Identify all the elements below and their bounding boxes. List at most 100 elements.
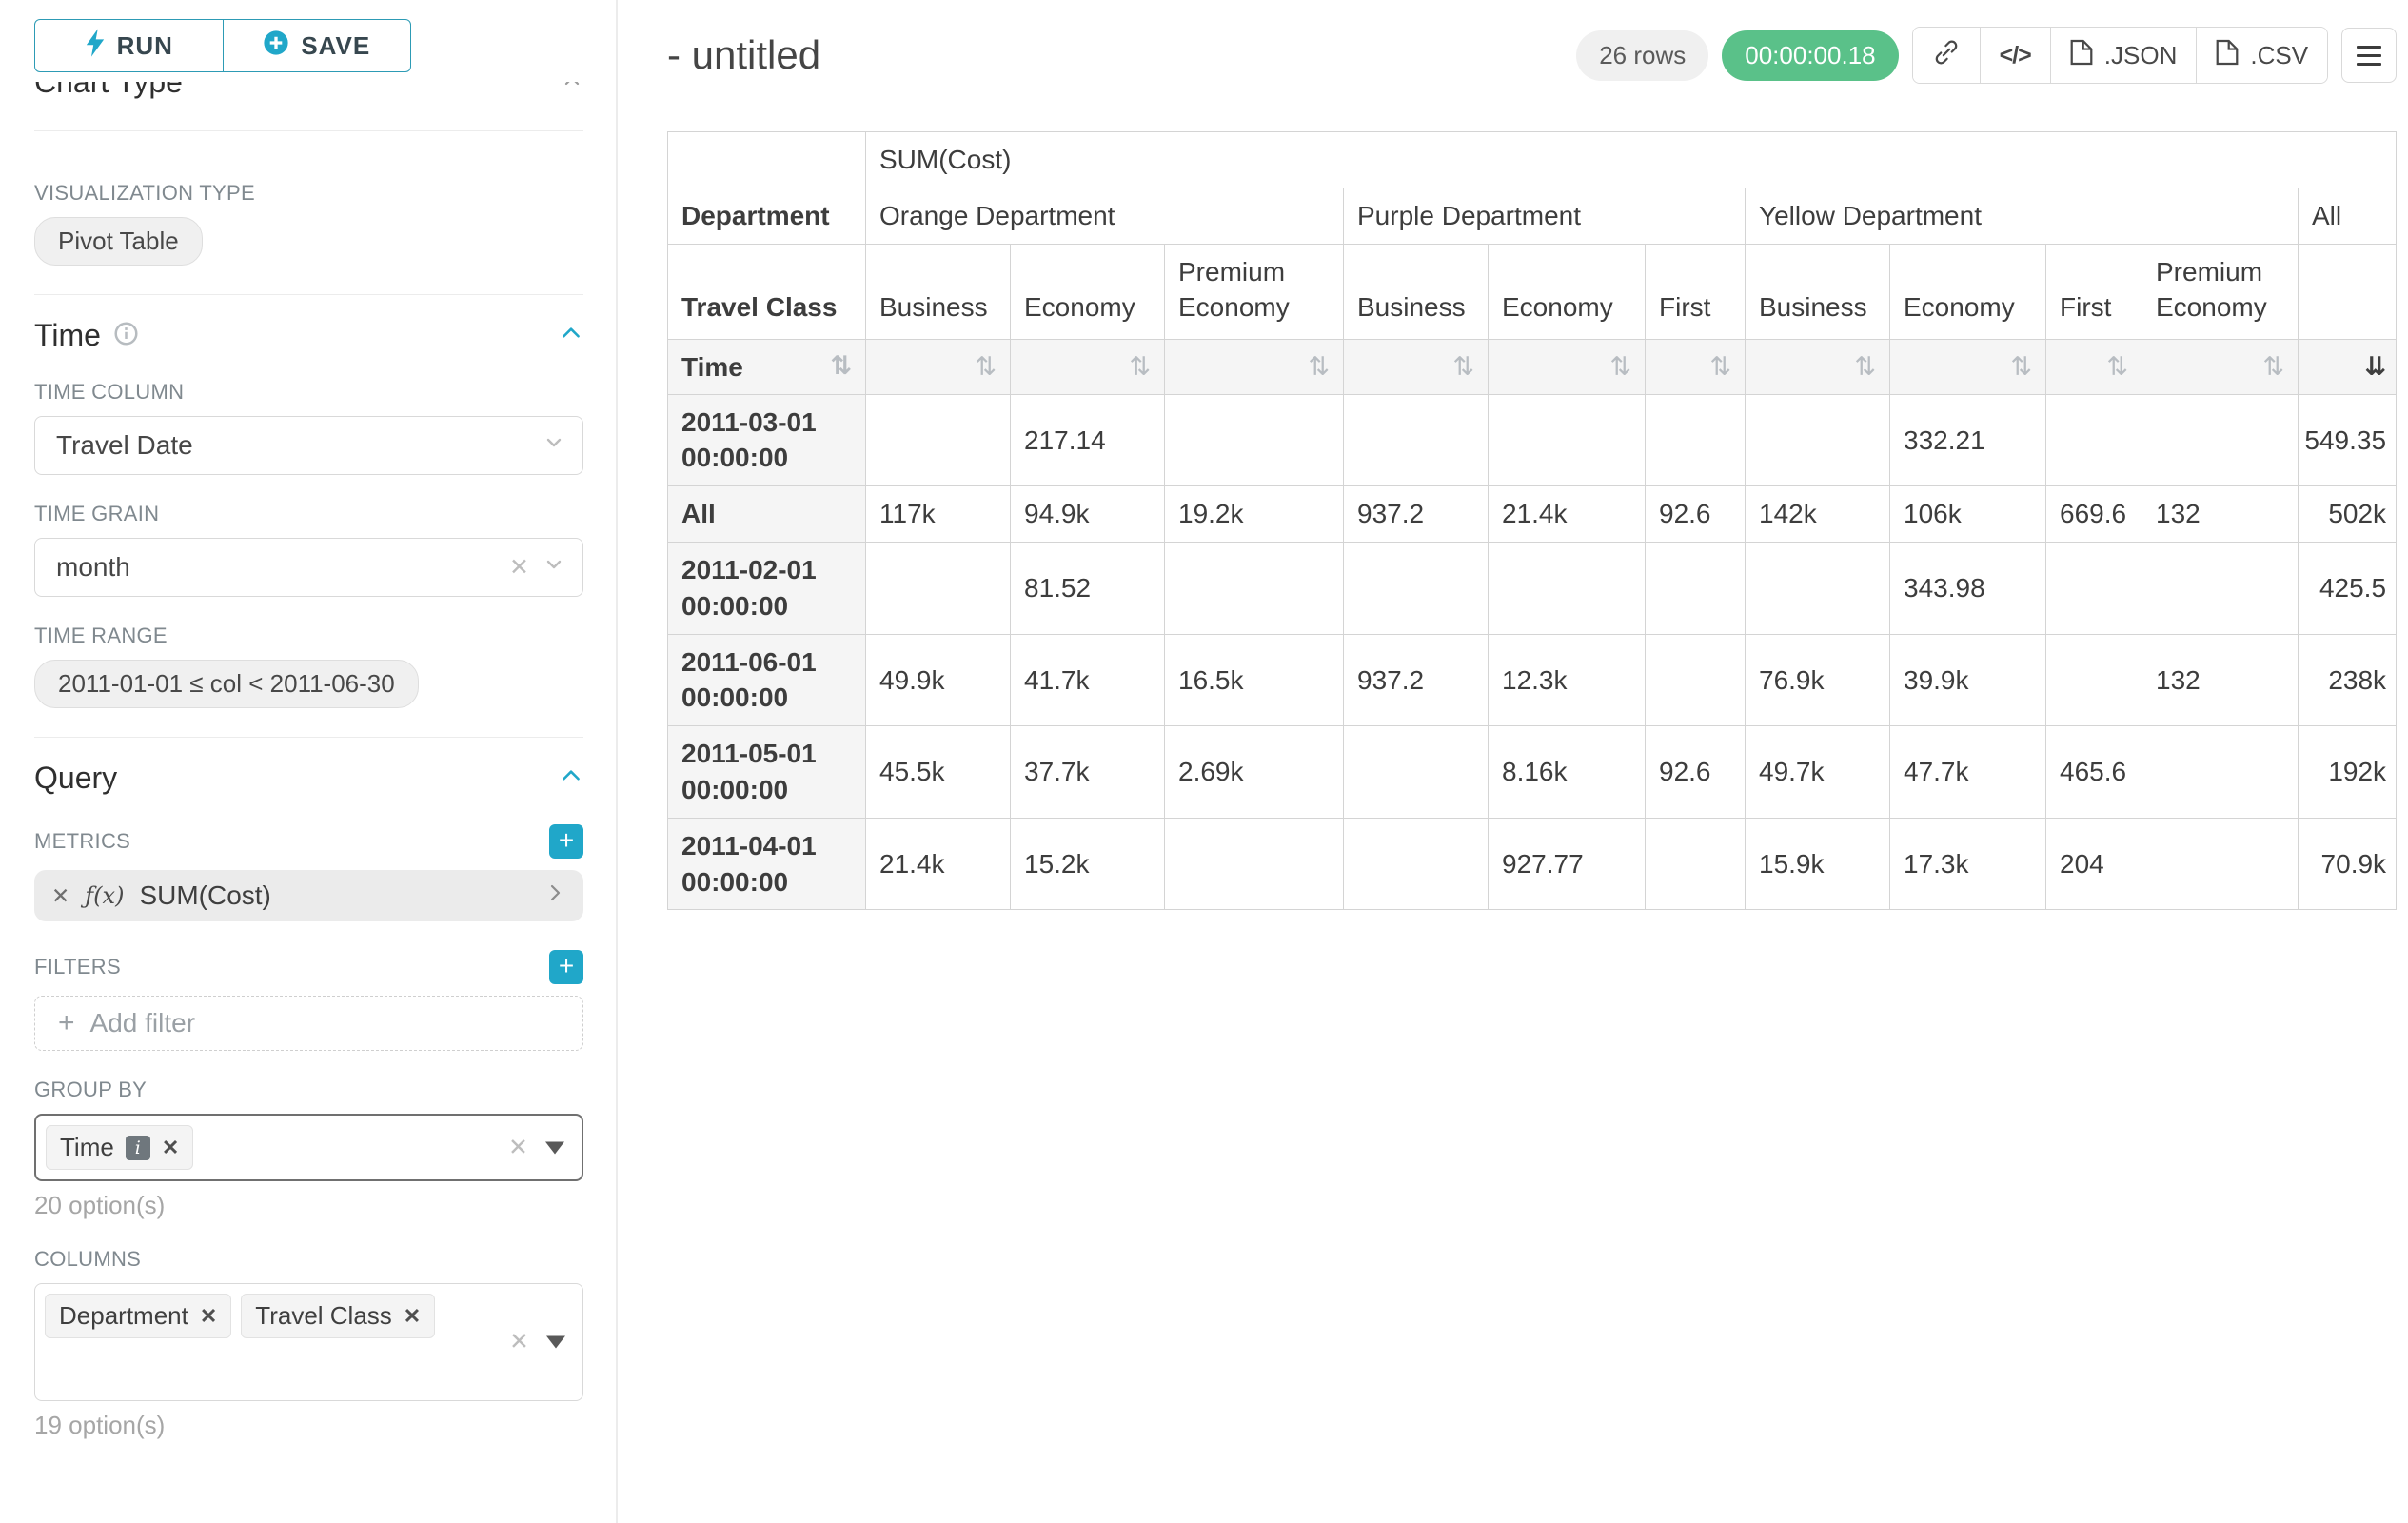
pivot-row-label: 2011-04-01 00:00:00 <box>668 818 866 910</box>
pivot-group-header: Yellow Department <box>1746 188 2299 244</box>
chart-area: - untitled 26 rows 00:00:00.18 </> <box>618 0 2408 1523</box>
collapse-section-icon[interactable] <box>559 318 583 353</box>
json-label: .JSON <box>2104 41 2178 70</box>
sort-icon[interactable]: ⇅ <box>1854 352 1876 382</box>
pivot-value-cell: 17.3k <box>1890 818 2046 910</box>
clear-icon[interactable]: ✕ <box>509 1331 529 1355</box>
time-grain-label: TIME GRAIN <box>34 502 583 526</box>
info-icon[interactable] <box>114 318 138 353</box>
select-chip[interactable]: Department✕ <box>45 1294 231 1338</box>
sort-icon[interactable]: ⇅ <box>1452 352 1474 382</box>
pivot-column-header: First <box>1646 244 1746 340</box>
pivot-value-cell: 192k <box>2299 726 2397 819</box>
pivot-value-cell <box>1746 543 1890 635</box>
metric-pill[interactable]: ✕ ƒ(x) SUM(Cost) <box>34 870 583 921</box>
sort-cell[interactable]: ⇅ <box>1890 340 2046 394</box>
pivot-value-cell <box>2046 634 2142 726</box>
remove-metric-icon[interactable]: ✕ <box>51 883 69 909</box>
pivot-value-cell: 39.9k <box>1890 634 2046 726</box>
chevron-up-icon[interactable] <box>561 82 583 100</box>
embed-code-button[interactable]: </> <box>1980 28 2050 83</box>
sort-cell[interactable]: ⇅ <box>1011 340 1165 394</box>
pivot-value-cell <box>2142 394 2299 486</box>
sort-cell[interactable]: ⇅ <box>1489 340 1646 394</box>
sort-icon[interactable]: ⇅ <box>830 349 852 384</box>
pivot-column-header <box>2299 244 2397 340</box>
chart-title: - untitled <box>667 32 820 78</box>
time-grain-select[interactable]: month ✕ <box>34 538 583 597</box>
sort-cell[interactable]: ⇅ <box>2142 340 2299 394</box>
time-column-label: TIME COLUMN <box>34 380 583 405</box>
clear-icon[interactable]: ✕ <box>509 556 529 580</box>
viz-type-pill[interactable]: Pivot Table <box>34 217 203 266</box>
chart-type-heading-text: Chart Type <box>34 82 183 100</box>
add-filter-button[interactable]: + Add filter <box>34 996 583 1051</box>
sort-icon[interactable]: ⇅ <box>2106 352 2128 382</box>
download-json-button[interactable]: .JSON <box>2050 28 2197 83</box>
run-button[interactable]: RUN <box>34 19 224 72</box>
group-by-label: GROUP BY <box>34 1078 583 1102</box>
pivot-group-header: Orange Department <box>866 188 1344 244</box>
sort-cell[interactable]: ⇅ <box>2046 340 2142 394</box>
add-filter-plus-button[interactable]: + <box>549 950 583 984</box>
pivot-value-cell: 106k <box>1890 486 2046 543</box>
plus-circle-icon <box>263 30 289 63</box>
control-panel: RUN SAVE Chart Type VISUALIZATION TYPE P… <box>0 0 618 1523</box>
sort-cell[interactable]: ⇅ <box>1646 340 1746 394</box>
pivot-value-cell <box>2142 543 2299 635</box>
pivot-value-cell: 8.16k <box>1489 726 1646 819</box>
link-icon <box>1932 38 1961 73</box>
chart-type-heading: Chart Type <box>34 82 583 100</box>
sort-icon[interactable]: ⇅ <box>2010 352 2032 382</box>
pivot-value-cell <box>1646 394 1746 486</box>
sort-cell[interactable]: ⇅ <box>1746 340 1890 394</box>
select-chip[interactable]: Timei✕ <box>46 1125 193 1170</box>
pivot-value-cell <box>1344 818 1489 910</box>
pivot-column-header: First <box>2046 244 2142 340</box>
remove-icon[interactable]: ✕ <box>404 1304 421 1329</box>
chevron-right-icon[interactable] <box>543 880 566 911</box>
pivot-value-cell: 45.5k <box>866 726 1011 819</box>
pivot-value-cell: 204 <box>2046 818 2142 910</box>
pivot-value-cell: 16.5k <box>1165 634 1344 726</box>
pivot-value-cell: 21.4k <box>866 818 1011 910</box>
file-icon <box>2216 39 2239 72</box>
pivot-value-cell: 132 <box>2142 634 2299 726</box>
sort-icon[interactable]: ⇅ <box>1129 352 1151 382</box>
remove-icon[interactable]: ✕ <box>200 1304 217 1329</box>
sort-cell[interactable]: ⇅ <box>1344 340 1489 394</box>
sort-icon[interactable]: ⇅ <box>975 352 997 382</box>
sort-icon[interactable]: ⇅ <box>2262 352 2284 382</box>
sort-icon[interactable]: ⇅ <box>1609 352 1631 382</box>
clear-icon[interactable]: ✕ <box>508 1136 528 1159</box>
time-range-pill[interactable]: 2011-01-01 ≤ col < 2011-06-30 <box>34 660 419 708</box>
select-chip[interactable]: Travel Class✕ <box>241 1294 435 1338</box>
pivot-row-label: All <box>668 486 866 543</box>
collapse-section-icon[interactable] <box>559 761 583 796</box>
chart-header: - untitled 26 rows 00:00:00.18 </> <box>667 27 2397 84</box>
columns-select[interactable]: Department✕Travel Class✕ ✕ <box>34 1283 583 1401</box>
menu-button[interactable] <box>2341 28 2397 83</box>
group-by-select[interactable]: Timei✕ ✕ <box>34 1114 583 1181</box>
sort-cell[interactable]: ⇅ <box>1165 340 1344 394</box>
download-csv-button[interactable]: .CSV <box>2196 28 2327 83</box>
remove-icon[interactable]: ✕ <box>162 1136 179 1160</box>
pivot-value-cell: 47.7k <box>1890 726 2046 819</box>
add-metric-button[interactable]: + <box>549 824 583 859</box>
sort-cell[interactable]: ⇊ <box>2299 340 2397 394</box>
sort-icon[interactable]: ⇅ <box>1308 352 1330 382</box>
save-button[interactable]: SAVE <box>223 19 412 72</box>
pivot-row-label: 2011-02-01 00:00:00 <box>668 543 866 635</box>
copy-link-button[interactable] <box>1913 28 1980 83</box>
pivot-value-cell <box>1489 394 1646 486</box>
pivot-column-header: Economy <box>1011 244 1165 340</box>
pivot-value-cell: 2.69k <box>1165 726 1344 819</box>
sort-cell[interactable]: ⇅ <box>866 340 1011 394</box>
pivot-value-cell <box>2046 394 2142 486</box>
export-button-group: </> .JSON .CSV <box>1912 27 2328 84</box>
sort-desc-icon[interactable]: ⇊ <box>2364 352 2386 382</box>
time-column-select[interactable]: Travel Date <box>34 416 583 475</box>
sort-icon[interactable]: ⇅ <box>1709 352 1731 382</box>
pivot-row-label: 2011-06-01 00:00:00 <box>668 634 866 726</box>
pivot-value-cell: 238k <box>2299 634 2397 726</box>
